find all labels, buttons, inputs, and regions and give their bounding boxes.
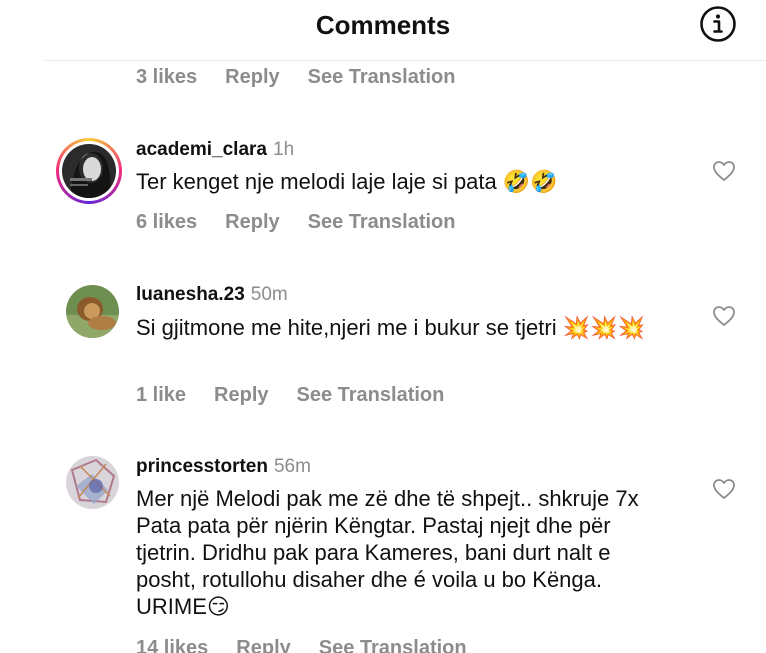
likes-count-button[interactable]: 14 likes xyxy=(136,636,208,653)
see-translation-button[interactable]: See Translation xyxy=(308,210,456,234)
comments-screen: Comments 3 likes Reply See Translation a… xyxy=(0,0,766,653)
comment-meta: academi_clara 1h xyxy=(136,138,294,162)
comment-meta: luanesha.23 50m xyxy=(136,283,288,307)
avatar[interactable] xyxy=(56,138,122,204)
comment-actions: 3 likes Reply See Translation xyxy=(136,65,455,89)
comment-meta: princesstorten 56m xyxy=(136,455,311,479)
see-translation-button[interactable]: See Translation xyxy=(297,383,445,407)
comment-actions: 1 like Reply See Translation xyxy=(136,383,444,407)
likes-count-button[interactable]: 1 like xyxy=(136,383,186,407)
username-link[interactable]: luanesha.23 xyxy=(136,284,245,305)
avatar[interactable] xyxy=(66,456,119,509)
reply-button[interactable]: Reply xyxy=(236,636,290,653)
see-translation-button[interactable]: See Translation xyxy=(308,65,456,89)
header: Comments xyxy=(0,0,766,60)
comment-time: 56m xyxy=(273,456,311,477)
username-link[interactable]: academi_clara xyxy=(136,139,267,160)
comment-time: 1h xyxy=(273,139,295,160)
header-divider xyxy=(45,60,766,61)
reply-button[interactable]: Reply xyxy=(214,383,268,407)
avatar-image xyxy=(62,144,116,198)
comment-actions: 14 likes Reply See Translation xyxy=(136,636,467,653)
page-title: Comments xyxy=(315,10,451,40)
avatar[interactable] xyxy=(66,285,119,338)
heart-outline-icon[interactable] xyxy=(712,160,736,182)
comment-text: Si gjitmone me hite,njeri me i bukur se … xyxy=(136,315,645,340)
likes-count-button[interactable]: 3 likes xyxy=(136,65,197,89)
comment-text: Mer një Melodi pak me zë dhe të shpejt..… xyxy=(136,486,639,619)
info-icon[interactable] xyxy=(699,5,737,43)
comment-text: Ter kenget nje melodi laje laje si pata … xyxy=(136,169,558,194)
likes-count-button[interactable]: 6 likes xyxy=(136,210,197,234)
username-link[interactable]: princesstorten xyxy=(136,456,268,477)
reply-button[interactable]: Reply xyxy=(225,65,279,89)
see-translation-button[interactable]: See Translation xyxy=(319,636,467,653)
heart-outline-icon[interactable] xyxy=(712,305,736,327)
avatar-image xyxy=(66,456,119,509)
avatar-image xyxy=(66,285,119,338)
heart-outline-icon[interactable] xyxy=(712,478,736,500)
comment-time: 50m xyxy=(250,284,288,305)
comment-actions: 6 likes Reply See Translation xyxy=(136,210,455,234)
reply-button[interactable]: Reply xyxy=(225,210,279,234)
